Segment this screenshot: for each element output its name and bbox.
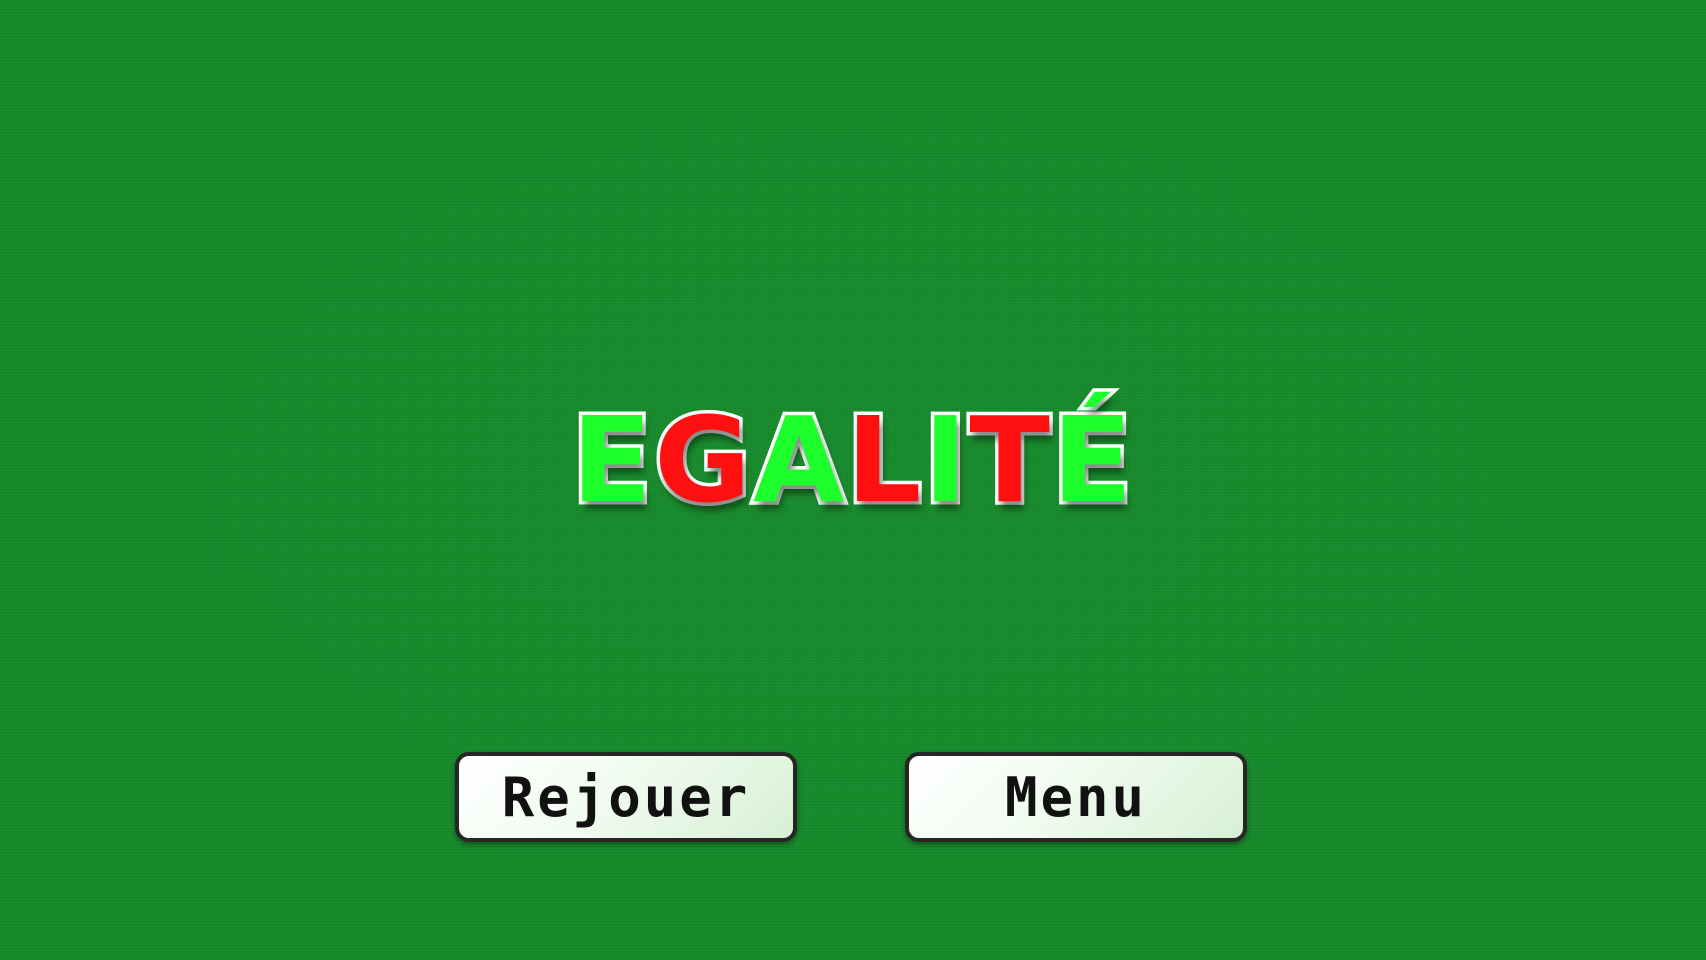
menu-button[interactable]: Menu xyxy=(905,752,1247,842)
title-letter: G xyxy=(651,391,755,529)
title-letter: É xyxy=(1048,391,1136,529)
title-letter: T xyxy=(966,391,1053,529)
result-title: EGALITÉ xyxy=(0,391,1706,529)
replay-button-label: Rejouer xyxy=(501,765,751,829)
title-letter: I xyxy=(920,391,971,529)
title-letter: E xyxy=(568,391,656,529)
title-letter: A xyxy=(749,391,847,529)
replay-button[interactable]: Rejouer xyxy=(455,752,797,842)
title-letter: L xyxy=(843,391,925,529)
menu-button-label: Menu xyxy=(1004,765,1148,829)
